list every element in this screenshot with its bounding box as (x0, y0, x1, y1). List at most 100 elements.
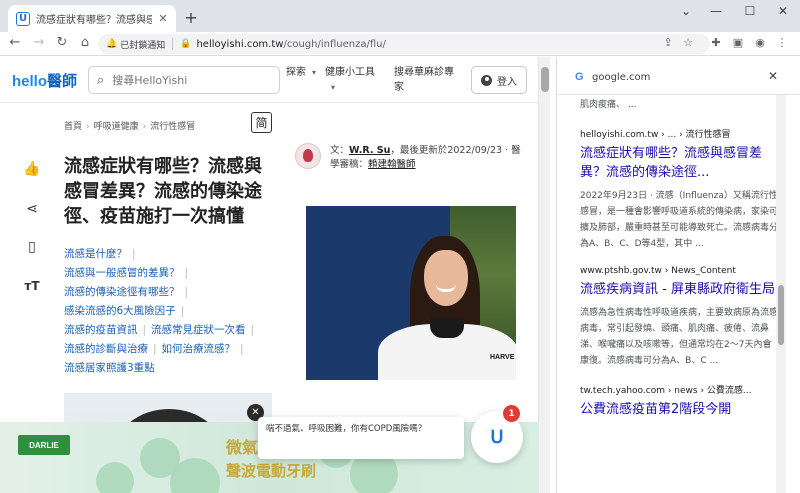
toc-divider: | (132, 248, 136, 260)
breadcrumb-influenza[interactable]: 流行性感冒 (150, 122, 195, 132)
nav-find-experts-label: 搜尋華麻診專家 (394, 67, 454, 93)
toc-link[interactable]: 如何治療流感？ (162, 343, 236, 355)
share-icon[interactable]: ⋖ (22, 201, 42, 217)
photo-collar (430, 318, 464, 338)
tab-close-icon[interactable]: ✕ (156, 12, 170, 25)
ad-headline: 微氣 (226, 438, 259, 457)
new-tab-button[interactable]: + (182, 8, 200, 27)
toc-link[interactable]: 流感是什麼？ (64, 248, 127, 260)
toc-link[interactable]: 感染流感的6大風險因子 (64, 305, 176, 317)
address-bar[interactable]: 🔔 已封鎖通知 🔒 helloyishi.com.tw/cough/influe… (98, 34, 710, 54)
home-icon[interactable]: ⌂ (76, 35, 94, 50)
toc-divider: | (142, 324, 147, 336)
result-title-link[interactable]: 流感症狀有哪些？流感與感冒差異？流感的傳染途徑... (580, 144, 778, 182)
page-scrollbar-thumb[interactable] (541, 67, 549, 92)
minimize-button[interactable]: — (706, 4, 726, 18)
photo-shirt-text: HARVE (490, 354, 515, 361)
ad-decor-bubble (96, 462, 134, 493)
side-panel-scrollbar[interactable] (776, 95, 786, 493)
breadcrumb-separator: › (86, 122, 90, 132)
breadcrumb-separator: › (142, 122, 147, 132)
toc-divider: | (153, 343, 157, 355)
result-source[interactable]: tw.tech.yahoo.com › news › 公費流感... (580, 383, 778, 396)
url-host: helloyishi.com.tw (196, 38, 284, 50)
author-profile-photo: HARVE (306, 206, 516, 380)
result-source[interactable]: www.ptshb.gov.tw › News_Content (580, 266, 778, 276)
tab-title: 流感症狀有哪些？流感與感冒差... (36, 15, 152, 26)
user-icon (481, 74, 492, 86)
browser-tab[interactable]: U 流感症狀有哪些？流感與感冒差... ✕ (8, 5, 176, 32)
logo-hello-text: hello (12, 73, 48, 90)
reload-icon[interactable]: ↻ (53, 35, 71, 50)
photo-face (424, 250, 468, 306)
share-icon[interactable]: ⇪ (660, 36, 676, 49)
url-text[interactable]: helloyishi.com.tw/cough/influenza/flu/ (196, 39, 385, 50)
result-source[interactable]: helloyishi.com.tw › ... › 流行性感冒 (580, 127, 778, 140)
bell-icon: 🔔 (106, 39, 118, 49)
menu-kebab-icon[interactable]: ⋮ (774, 36, 790, 49)
profile-avatar-icon[interactable]: ◉ (752, 36, 768, 49)
toc-row: 流感的疫苗資訊 | 流感常見症狀一次看 | (64, 321, 284, 340)
result-snippet: 2022年9月23日 · 流感（Influenza）又稱流行性感冒，是一種會影響… (580, 191, 779, 249)
toc-link[interactable]: 流感與一般感冒的差異？ (64, 267, 180, 279)
search-results: 肌肉痠痛、 ... helloyishi.com.tw › ... › 流行性感… (580, 97, 778, 419)
result-snippet: 肌肉痠痛、 ... (580, 100, 637, 110)
result-title-link[interactable]: 公費流感疫苗第2階段今開 (580, 400, 778, 419)
toc-divider: | (184, 286, 189, 298)
search-icon[interactable]: ⌕ (97, 73, 104, 88)
chevron-down-icon: ▾ (312, 68, 317, 77)
toc-link[interactable]: 流感的診斷與治療 (64, 343, 148, 355)
chat-notification-badge: 1 (503, 405, 520, 422)
nav-explore[interactable]: 探索 ▾ (286, 65, 316, 80)
result-title-link[interactable]: 流感疾病資訊 - 屏東縣政府衛生局 (580, 280, 778, 299)
breadcrumb-home[interactable]: 首頁 (64, 122, 82, 132)
page-scrollbar[interactable] (538, 57, 550, 493)
forward-icon[interactable]: → (30, 35, 48, 50)
toc-row: 流感的傳染途徑有哪些？ | (64, 283, 284, 302)
login-button[interactable]: 登入 (471, 66, 527, 94)
side-panel-host: google.com (592, 72, 651, 83)
maximize-button[interactable]: ☐ (740, 4, 760, 18)
tab-search-icon[interactable]: ⌄ (676, 4, 696, 18)
side-panel-icon[interactable]: ▣ (730, 36, 746, 49)
bookmark-star-icon[interactable]: ☆ (680, 36, 696, 49)
side-panel-scrollbar-thumb[interactable] (778, 285, 784, 345)
simplified-chinese-toggle[interactable]: 简 (251, 112, 272, 133)
search-side-panel: G google.com ✕ 肌肉痠痛、 ... helloyishi.com.… (556, 57, 800, 493)
ad-subheadline: 聲波電動牙刷 (226, 462, 317, 480)
close-icon[interactable]: ✕ (768, 69, 778, 83)
extensions-icon[interactable]: ✚ (708, 36, 724, 49)
toc-link[interactable]: 流感的傳染途徑有哪些？ (64, 286, 180, 298)
toc-link[interactable]: 流感的疫苗資訊 (64, 324, 138, 336)
notifications-blocked-chip[interactable]: 🔔 已封鎖通知 (106, 38, 165, 51)
like-icon[interactable]: 👍 (22, 161, 42, 177)
site-logo[interactable]: hello醫師 (12, 70, 77, 91)
breadcrumb-respiratory[interactable]: 呼吸道健康 (94, 122, 139, 132)
author-name-link[interactable]: W.R. Su (349, 145, 390, 156)
author-avatar[interactable] (295, 143, 321, 169)
nav-health-tools[interactable]: 健康小工具 ▾ (325, 65, 383, 95)
toc-row: 流感與一般感冒的差異？ | (64, 264, 284, 283)
site-search-box[interactable]: ⌕ (88, 66, 280, 94)
url-path: /cough/influenza/flu/ (283, 38, 386, 50)
copd-popup-message[interactable]: 喘不過氣、呼吸困難，你有COPD風險嗎？ (258, 417, 464, 459)
site-search-input[interactable] (112, 73, 263, 87)
toc-link[interactable]: 流感居家照護3重點 (64, 362, 155, 374)
lock-icon[interactable]: 🔒 (180, 39, 191, 49)
font-size-icon[interactable]: тT (22, 279, 42, 293)
toc-row: 流感是什麼？ | (64, 245, 284, 264)
close-window-button[interactable]: ✕ (773, 4, 793, 18)
toc-divider: | (240, 343, 244, 355)
reviewer-link[interactable]: 賴建翰醫師 (368, 159, 416, 170)
table-of-contents: 流感是什麼？ | 流感與一般感冒的差異？ | 流感的傳染途徑有哪些？ | 感染流感的6… (64, 245, 284, 378)
nav-find-experts[interactable]: 搜尋華麻診專家 (394, 65, 458, 95)
google-icon: G (575, 71, 584, 83)
toc-row: 流感的診斷與治療 | 如何治療流感？ | (64, 340, 284, 359)
bookmark-icon[interactable]: ▯ (22, 239, 42, 255)
tab-strip: U 流感症狀有哪些？流感與感冒差... ✕ + ⌄ — ☐ ✕ (0, 0, 800, 32)
toc-row: 流感居家照護3重點 (64, 359, 284, 378)
back-icon[interactable]: ← (6, 35, 24, 50)
nav-explore-label: 探索 (286, 67, 306, 78)
toc-divider: | (250, 324, 255, 336)
toc-link[interactable]: 流感常見症狀一次看 (151, 324, 246, 336)
